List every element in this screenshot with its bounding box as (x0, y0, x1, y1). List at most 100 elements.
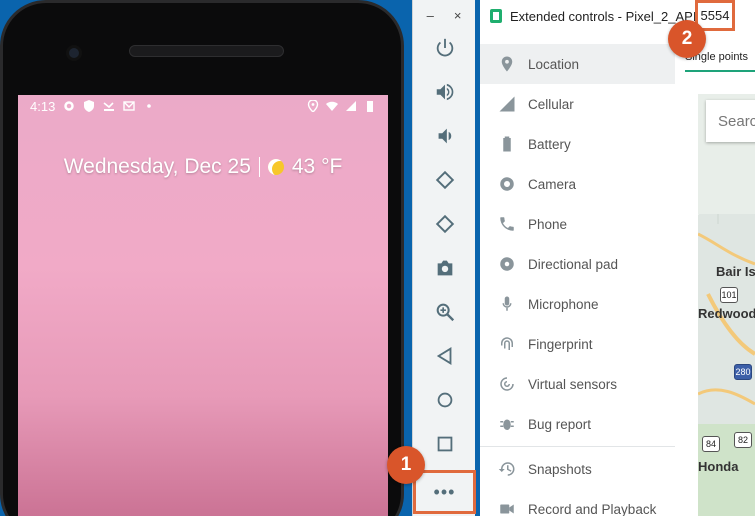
nav-item-battery[interactable]: Battery (480, 124, 675, 164)
nav-label: Microphone (528, 296, 599, 312)
extended-controls-window: Extended controls - Pixel_2_API_28: 5554… (480, 0, 755, 516)
shield-icon (84, 100, 95, 112)
virtual-sensors-icon (500, 377, 514, 391)
lockscreen-date: Wednesday, Dec 25 43 °F (18, 155, 388, 179)
overview-button[interactable] (431, 430, 459, 458)
extended-controls-sidebar: Location Cellular Battery Camera Phone D… (480, 44, 675, 516)
nav-label: Snapshots (528, 461, 592, 477)
earpiece-speaker (129, 45, 284, 57)
nav-item-cellular[interactable]: Cellular (480, 84, 675, 124)
toolbar-window-controls: – × (413, 0, 475, 30)
nav-label: Camera (528, 176, 577, 192)
location-pane: Single points Search Bair Isl 101 Redwoo… (675, 32, 755, 516)
map-label-bair-island: Bair Isl (716, 264, 755, 279)
back-triangle-icon (436, 347, 452, 365)
map-roads (698, 94, 755, 516)
nav-item-directional-pad[interactable]: Directional pad (480, 244, 675, 284)
rotate-right-button[interactable] (431, 210, 459, 238)
home-button[interactable] (431, 386, 459, 414)
volume-up-button[interactable] (431, 78, 459, 106)
active-tab-underline (685, 70, 755, 72)
rotate-left-button[interactable] (431, 166, 459, 194)
overview-square-icon (437, 436, 453, 452)
map-search-input[interactable]: Search (706, 100, 755, 142)
port-number: 5554 (700, 8, 730, 23)
microphone-icon (502, 296, 512, 311)
power-icon (436, 38, 454, 57)
settings-icon (64, 101, 75, 111)
nav-item-record-and-playback[interactable]: Record and Playback (480, 489, 675, 516)
back-button[interactable] (431, 342, 459, 370)
map-label-honda: Honda (698, 459, 739, 474)
nav-label: Virtual sensors (528, 376, 618, 392)
cellular-signal-icon (499, 96, 515, 112)
battery-icon (367, 101, 373, 112)
signal-icon (346, 101, 356, 111)
battery-nav-icon (503, 136, 511, 152)
status-time: 4:13 (30, 98, 56, 114)
dot-icon (147, 104, 152, 108)
emulator-toolbar: – × ••• (412, 0, 476, 516)
nav-item-virtual-sensors[interactable]: Virtual sensors (480, 364, 675, 404)
emulator-phone-area: 4:13 Wednesday, Dec 25 43 °F (0, 0, 412, 516)
phone-screen[interactable]: 4:13 Wednesday, Dec 25 43 °F (18, 95, 388, 516)
map-label-redwood: Redwood (698, 306, 755, 321)
nav-item-fingerprint[interactable]: Fingerprint (480, 324, 675, 364)
highway-shield-84: 84 (702, 436, 720, 452)
location-icon (307, 100, 319, 112)
nav-label: Battery (528, 136, 571, 152)
mail-icon (123, 101, 136, 111)
zoom-icon (436, 303, 455, 322)
weather-sun-icon (267, 159, 284, 175)
rotate-left-icon (435, 170, 455, 190)
highway-shield-82: 82 (734, 432, 752, 448)
volume-up-icon (436, 83, 454, 101)
highway-shield-101: 101 (720, 287, 738, 303)
nav-item-snapshots[interactable]: Snapshots (480, 449, 675, 489)
close-button[interactable]: × (454, 8, 462, 23)
location-pin-icon (501, 56, 513, 72)
zoom-button[interactable] (431, 298, 459, 326)
camera-icon (437, 260, 453, 276)
nav-label: Location (528, 56, 580, 72)
highway-shield-280: 280 (734, 364, 752, 380)
nav-label: Phone (528, 216, 568, 232)
rotate-right-icon (435, 214, 455, 234)
nav-label: Bug report (528, 416, 592, 432)
map-view[interactable]: Search Bair Isl 101 Redwood 280 84 82 Ho… (698, 94, 755, 516)
nav-item-location[interactable]: Location (480, 44, 675, 84)
bug-icon (500, 419, 514, 430)
more-dots-icon: ••• (433, 481, 456, 502)
video-camera-icon (500, 504, 514, 514)
date-text: Wednesday, Dec 25 (63, 155, 251, 178)
step-badge-1: 1 (387, 446, 425, 484)
nav-item-camera[interactable]: Camera (480, 164, 675, 204)
phone-handset-icon (500, 217, 514, 231)
history-icon (498, 462, 515, 476)
status-bar: 4:13 (18, 95, 388, 117)
nav-label: Directional pad (528, 256, 619, 272)
volume-down-icon (438, 128, 452, 144)
nav-item-phone[interactable]: Phone (480, 204, 675, 244)
dpad-icon (500, 257, 514, 271)
fingerprint-icon (501, 337, 513, 350)
power-button[interactable] (431, 34, 459, 62)
step-badge-2: 2 (668, 20, 706, 58)
nav-item-bug-report[interactable]: Bug report (480, 404, 675, 444)
temperature-text: 43 °F (291, 155, 343, 178)
minimize-button[interactable]: – (427, 8, 434, 23)
more-button[interactable]: ••• (413, 470, 476, 514)
separator (258, 157, 260, 177)
emulator-app-icon (490, 9, 502, 23)
home-circle-icon (437, 392, 453, 408)
nav-label: Record and Playback (528, 501, 657, 516)
nav-item-microphone[interactable]: Microphone (480, 284, 675, 324)
wifi-icon (326, 101, 338, 111)
nav-label: Fingerprint (528, 336, 593, 352)
nav-label: Cellular (528, 96, 574, 112)
screenshot-button[interactable] (431, 254, 459, 282)
missed-call-icon (103, 102, 115, 111)
nav-divider (480, 446, 675, 447)
front-camera (66, 45, 82, 61)
volume-down-button[interactable] (431, 122, 459, 150)
